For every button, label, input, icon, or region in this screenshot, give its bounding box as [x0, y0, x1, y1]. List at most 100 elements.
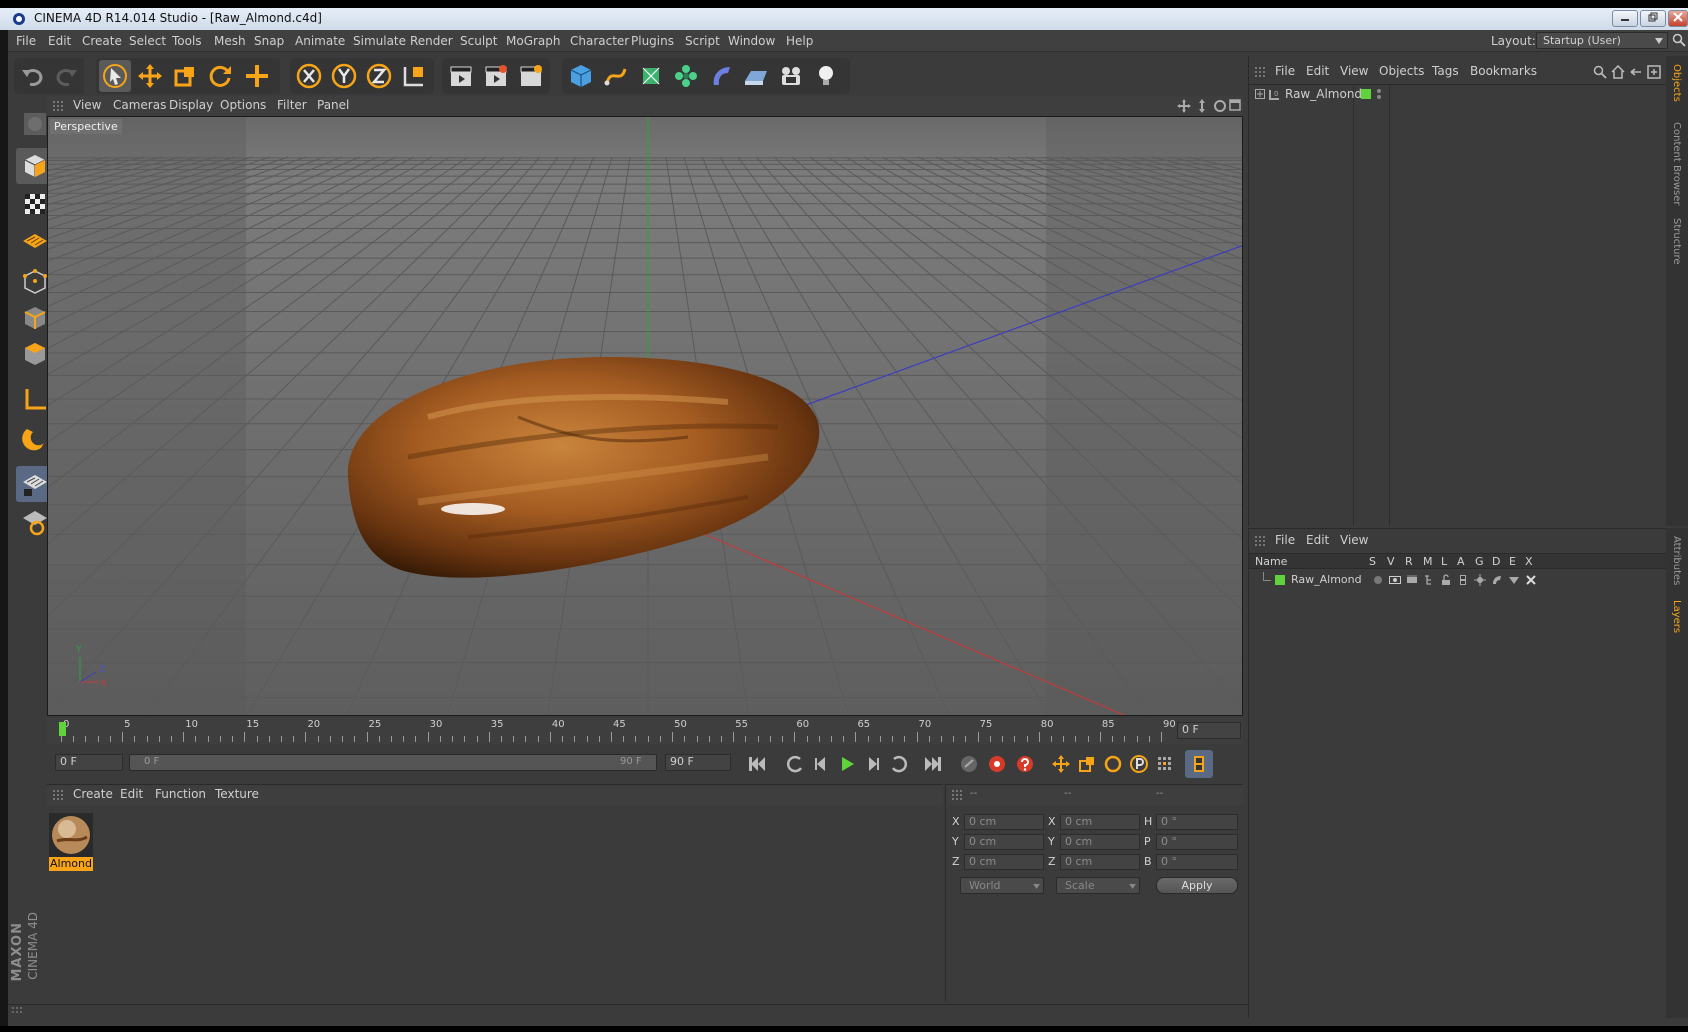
size-z-field[interactable]: 0 cm	[1060, 854, 1140, 870]
menu-mesh[interactable]: Mesh	[214, 34, 246, 48]
layers-menu-file[interactable]: File	[1275, 533, 1295, 547]
recent-tool-button[interactable]	[241, 60, 273, 92]
column-render[interactable]: R	[1405, 555, 1413, 568]
animation-film-icon[interactable]	[1457, 574, 1469, 586]
render-visibility-dot[interactable]	[1377, 95, 1381, 99]
column-solo[interactable]: S	[1369, 555, 1376, 568]
objects-menu-view[interactable]: View	[1340, 64, 1368, 78]
coordinate-system-button[interactable]	[398, 60, 430, 92]
nurbs-button[interactable]	[635, 60, 667, 92]
frame-range-slider[interactable]: 0 F 90 F	[129, 754, 657, 771]
layer-color-swatch[interactable]	[1275, 575, 1285, 585]
previous-frame-button[interactable]	[807, 750, 835, 778]
viewport-menu-display[interactable]: Display	[169, 98, 213, 112]
menu-mograph[interactable]: MoGraph	[506, 34, 561, 48]
position-y-field[interactable]: 0 cm	[964, 834, 1044, 850]
end-frame-field[interactable]: 90 F	[665, 754, 731, 771]
search-icon[interactable]	[1593, 65, 1607, 79]
xref-icon[interactable]	[1525, 574, 1537, 586]
column-locked[interactable]: L	[1441, 555, 1447, 568]
panel-grip-icon[interactable]	[53, 101, 63, 111]
record-active-objects-button[interactable]	[955, 750, 983, 778]
autokeying-button[interactable]	[983, 750, 1011, 778]
render-film-icon[interactable]	[1406, 574, 1418, 586]
layers-menu-view[interactable]: View	[1340, 533, 1368, 547]
tab-structure[interactable]: Structure	[1671, 218, 1682, 265]
position-x-field[interactable]: 0 cm	[964, 814, 1044, 830]
panel-grip-icon[interactable]	[1255, 67, 1265, 77]
panel-grip-icon[interactable]	[952, 790, 962, 800]
objects-menu-bookmarks[interactable]: Bookmarks	[1470, 64, 1537, 78]
y-axis-lock-button[interactable]	[328, 60, 360, 92]
column-xrefs[interactable]: X	[1525, 555, 1533, 568]
back-icon[interactable]	[1629, 65, 1643, 79]
tab-layers[interactable]: Layers	[1671, 600, 1682, 633]
apply-button[interactable]: Apply	[1156, 877, 1238, 894]
menu-tools[interactable]: Tools	[172, 34, 202, 48]
coordinate-space-dropdown[interactable]: World	[960, 877, 1044, 894]
cube-object-button[interactable]	[565, 60, 597, 92]
light-button[interactable]	[810, 60, 842, 92]
material-menu-texture[interactable]: Texture	[215, 787, 259, 801]
timeline-playhead[interactable]	[59, 722, 66, 736]
next-key-button[interactable]	[885, 750, 913, 778]
spline-button[interactable]	[600, 60, 632, 92]
key-pla-button[interactable]	[1151, 750, 1179, 778]
start-frame-field[interactable]: 0 F	[55, 754, 123, 771]
viewport-move-icon[interactable]	[1177, 99, 1191, 113]
expand-icon[interactable]	[1255, 89, 1265, 99]
viewport-menu-options[interactable]: Options	[220, 98, 266, 112]
render-view-button[interactable]	[445, 60, 477, 92]
rotation-h-field[interactable]: 0 °	[1156, 814, 1238, 830]
minimize-button[interactable]	[1612, 10, 1638, 27]
z-axis-lock-button[interactable]	[363, 60, 395, 92]
scale-tool-button[interactable]	[169, 60, 201, 92]
viewport-menu-cameras[interactable]: Cameras	[113, 98, 166, 112]
go-to-end-button[interactable]	[919, 750, 947, 778]
previous-key-button[interactable]	[781, 750, 809, 778]
material-swatch[interactable]: Almond	[49, 813, 93, 871]
perspective-viewport[interactable]: Perspective Y X Z	[47, 116, 1243, 716]
redo-button[interactable]	[50, 60, 82, 92]
layout-dropdown[interactable]: Startup (User)	[1536, 32, 1668, 49]
search-icon[interactable]	[1672, 33, 1686, 47]
timeline-window-button[interactable]	[1185, 750, 1213, 778]
visible-eye-icon[interactable]	[1389, 574, 1401, 586]
column-animation[interactable]: A	[1457, 555, 1465, 568]
layers-menu-edit[interactable]: Edit	[1306, 533, 1329, 547]
deformer-button[interactable]	[705, 60, 737, 92]
play-button[interactable]	[833, 750, 861, 778]
undo-button[interactable]	[17, 60, 49, 92]
objects-menu-edit[interactable]: Edit	[1306, 64, 1329, 78]
menu-render[interactable]: Render	[410, 34, 453, 48]
menu-snap[interactable]: Snap	[254, 34, 284, 48]
key-scale-button[interactable]	[1073, 750, 1101, 778]
timeline-ruler[interactable]: 0 5 10 15 20 25 30 35 40 45 50 55 60 65 70 75 80 85 90 0 F	[47, 718, 1243, 744]
column-expressions[interactable]: E	[1509, 555, 1516, 568]
objects-menu-file[interactable]: File	[1275, 64, 1295, 78]
tab-attributes[interactable]: Attributes	[1671, 536, 1682, 585]
column-generators[interactable]: G	[1475, 555, 1484, 568]
size-x-field[interactable]: 0 cm	[1060, 814, 1140, 830]
object-row-raw-almond[interactable]: 0 Raw_Almond	[1249, 86, 1667, 104]
menu-create[interactable]: Create	[82, 34, 122, 48]
panel-grip-icon[interactable]	[53, 790, 63, 800]
material-menu-edit[interactable]: Edit	[120, 787, 143, 801]
viewport-maximize-icon[interactable]	[1229, 99, 1241, 111]
menu-character[interactable]: Character	[570, 34, 629, 48]
column-name[interactable]: Name	[1255, 555, 1287, 568]
viewport-menu-view[interactable]: View	[73, 98, 101, 112]
x-axis-lock-button[interactable]	[293, 60, 325, 92]
next-frame-button[interactable]	[859, 750, 887, 778]
menu-window[interactable]: Window	[728, 34, 775, 48]
generator-icon[interactable]	[1474, 574, 1486, 586]
panel-grip-icon[interactable]	[1255, 536, 1265, 546]
material-menu-function[interactable]: Function	[155, 787, 206, 801]
layer-color-swatch[interactable]	[1361, 89, 1371, 99]
camera-button[interactable]	[775, 60, 807, 92]
transform-mode-dropdown[interactable]: Scale	[1056, 877, 1140, 894]
environment-button[interactable]	[740, 60, 772, 92]
menu-file[interactable]: File	[16, 34, 36, 48]
menu-simulate[interactable]: Simulate	[353, 34, 406, 48]
objects-menu-objects[interactable]: Objects	[1379, 64, 1424, 78]
